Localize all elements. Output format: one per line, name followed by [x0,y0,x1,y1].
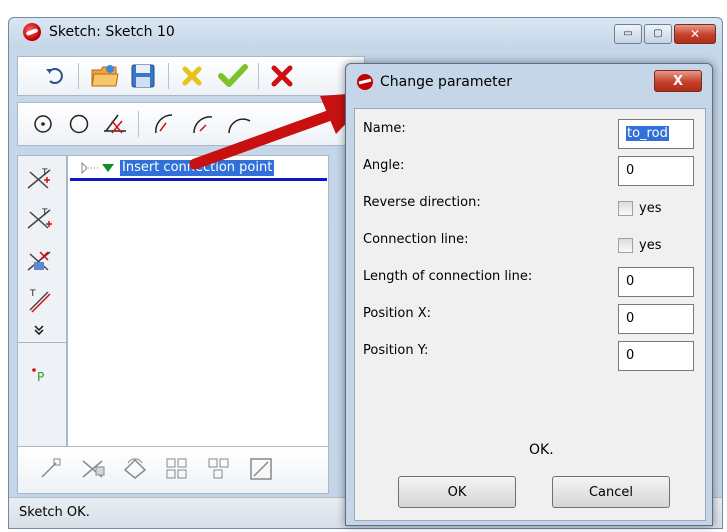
delete-icon[interactable] [180,64,204,88]
app-logo-icon [23,23,41,41]
close-button[interactable]: ✕ [674,24,716,44]
copy-icon[interactable] [206,456,232,482]
circle-icon[interactable] [68,113,90,135]
rotate-icon[interactable] [122,457,148,481]
tree-expander-icon[interactable] [80,161,120,175]
reverse-direction-checkbox[interactable] [618,201,633,216]
minimize-button[interactable]: ▭ [614,24,642,44]
expand-chevron-icon[interactable] [34,324,44,339]
svg-text:T: T [41,208,48,218]
tree-highlight-line [70,178,327,181]
svg-text:T: T [29,289,36,299]
main-toolbar [17,56,365,96]
dialog-close-button[interactable]: X [654,70,702,92]
undo-icon[interactable] [44,65,66,87]
tree-item-label: Insert connection point [120,160,275,176]
cancel-button[interactable]: Cancel [552,476,670,508]
name-field-value: to_rod [626,126,669,141]
name-field[interactable]: to_rod [618,119,694,149]
dialog-title-bar[interactable]: Change parameter X [346,64,712,100]
position-y-field[interactable]: 0 [618,341,694,371]
constraint-delete-icon[interactable] [24,246,54,278]
reverse-direction-yes-label: yes [639,201,662,216]
trim-icon[interactable] [80,457,106,481]
title-bar[interactable]: Sketch: Sketch 10 ▭ ▢ ✕ [9,18,722,46]
cancel-x-icon[interactable] [270,64,294,88]
constraint-tangent-line-icon[interactable]: T [24,286,54,318]
position-x-field[interactable]: 0 [618,304,694,334]
angle-field[interactable]: 0 [618,156,694,186]
dialog-status-message: OK. [529,442,554,458]
arc-icon[interactable] [226,111,252,137]
param-label-reverse-direction: Reverse direction: [363,195,481,210]
constraint-perpendicular-icon[interactable]: T [24,204,54,236]
reverse-direction-option[interactable]: yes [618,201,661,216]
open-folder-icon[interactable] [90,62,120,90]
bottom-toolbar [17,446,329,494]
window-title: Sketch: Sketch 10 [49,24,175,40]
array-icon[interactable] [164,456,190,482]
tree-row-insert-connection-point[interactable]: Insert connection point [80,160,275,176]
svg-text:T: T [41,168,48,178]
param-label-angle: Angle: [363,158,405,173]
drawing-toolbar [17,102,365,146]
arc-icon[interactable] [152,111,178,137]
maximize-button[interactable]: ▢ [644,24,672,44]
connection-line-checkbox[interactable] [618,238,633,253]
length-of-connection-line-field[interactable]: 0 [618,267,694,297]
accept-check-icon[interactable] [218,63,248,89]
dialog-title: Change parameter [380,74,512,90]
arc-icon[interactable] [190,111,216,137]
ok-button[interactable]: OK [398,476,516,508]
app-logo-icon [357,74,373,90]
dialog-body: Name: to_rod Angle: 0 Reverse direction:… [354,108,706,521]
sketch-tree: Insert connection point [67,155,329,457]
param-label-position-y: Position Y: [363,343,429,358]
connection-line-option[interactable]: yes [618,238,661,253]
save-icon[interactable] [130,63,156,89]
param-label-position-x: Position X: [363,306,432,321]
change-parameter-dialog: Change parameter X Name: to_rod Angle: 0… [345,63,713,526]
svg-text:P: P [37,370,44,384]
connection-line-yes-label: yes [639,238,662,253]
scale-icon[interactable] [248,456,274,482]
constraint-tangent-icon[interactable]: T [24,164,54,196]
param-label-connection-line: Connection line: [363,232,469,247]
point-icon[interactable] [32,113,54,135]
param-label-length-of-connection-line: Length of connection line: [363,269,533,284]
angle-icon[interactable] [102,111,128,137]
status-text: Sketch OK. [19,505,90,520]
param-label-name: Name: [363,121,406,136]
constraint-tool-panel: T T T P [17,155,67,471]
insert-point-icon[interactable] [38,457,62,481]
point-p-icon[interactable]: P [28,364,50,390]
